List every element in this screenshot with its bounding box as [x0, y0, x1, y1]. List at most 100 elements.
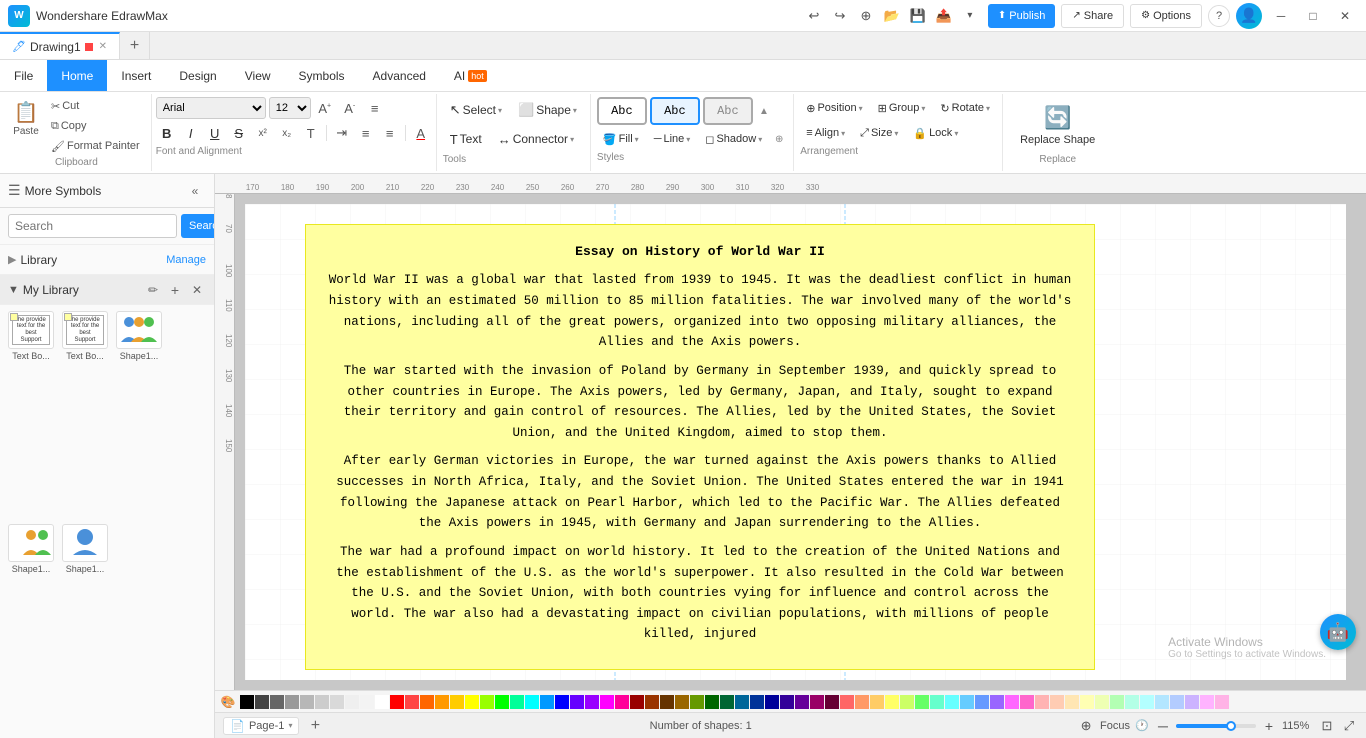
menu-symbols[interactable]: Symbols	[285, 60, 359, 91]
color-swatch-39[interactable]	[825, 695, 839, 709]
maximize-btn[interactable]: □	[1300, 5, 1326, 27]
color-swatch-4[interactable]	[300, 695, 314, 709]
color-swatch-54[interactable]	[1050, 695, 1064, 709]
cut-btn[interactable]: ✂ Cut	[46, 97, 145, 115]
page-indicator[interactable]: 📄 Page-1 ▾	[223, 717, 299, 735]
color-swatch-41[interactable]	[855, 695, 869, 709]
indent-btn[interactable]: ⇥	[331, 122, 353, 144]
essay-textbox[interactable]: Essay on History of World War II World W…	[305, 224, 1095, 670]
publish-btn[interactable]: ⬆ Publish	[988, 4, 1055, 28]
color-swatch-48[interactable]	[960, 695, 974, 709]
font-size-select[interactable]: 12	[269, 97, 311, 119]
user-avatar[interactable]: 👤	[1236, 3, 1262, 29]
styles-expand[interactable]: ⊕	[771, 128, 787, 150]
options-btn[interactable]: ⚙ Options	[1130, 4, 1202, 28]
color-swatch-17[interactable]	[495, 695, 509, 709]
tab-add[interactable]: +	[120, 32, 150, 59]
color-swatch-49[interactable]	[975, 695, 989, 709]
add-page-btn[interactable]: +	[305, 716, 325, 736]
color-swatch-10[interactable]	[390, 695, 404, 709]
color-swatch-51[interactable]	[1005, 695, 1019, 709]
color-swatch-44[interactable]	[900, 695, 914, 709]
menu-advanced[interactable]: Advanced	[359, 60, 440, 91]
menu-view[interactable]: View	[231, 60, 285, 91]
lib-item-textbox2[interactable]: the provide text for the best Support Te…	[60, 311, 110, 520]
color-swatch-28[interactable]	[660, 695, 674, 709]
line-btn[interactable]: ─ Line ▾	[648, 128, 697, 150]
color-swatch-43[interactable]	[885, 695, 899, 709]
color-swatch-32[interactable]	[720, 695, 734, 709]
color-swatch-21[interactable]	[555, 695, 569, 709]
zoom-slider-thumb[interactable]	[1226, 721, 1236, 731]
help-btn[interactable]: ?	[1208, 5, 1230, 27]
size-btn[interactable]: ⤢ Size ▾	[854, 122, 904, 144]
color-swatch-59[interactable]	[1125, 695, 1139, 709]
paste-btn[interactable]: 📋 Paste	[8, 97, 44, 139]
color-swatch-8[interactable]	[360, 695, 374, 709]
zoom-in-btn[interactable]: +	[1260, 717, 1278, 735]
menu-file[interactable]: File	[0, 60, 47, 91]
color-swatch-18[interactable]	[510, 695, 524, 709]
align-arr-btn[interactable]: ≡ Align ▾	[800, 122, 851, 144]
color-swatch-6[interactable]	[330, 695, 344, 709]
sidebar-collapse-btn[interactable]: «	[184, 180, 206, 202]
layers-btn[interactable]: ⊕	[1076, 716, 1096, 736]
style-box-1[interactable]: Abc	[597, 97, 647, 125]
lib-item-textbox1[interactable]: the provide text for the best Support Te…	[6, 311, 56, 520]
color-swatch-29[interactable]	[675, 695, 689, 709]
color-swatch-63[interactable]	[1185, 695, 1199, 709]
undo-btn[interactable]: ↩	[802, 4, 826, 28]
strikethrough-btn[interactable]: S	[228, 122, 250, 144]
style-box-2[interactable]: Abc	[650, 97, 700, 125]
redo-btn[interactable]: ↪	[828, 4, 852, 28]
document-canvas[interactable]: Essay on History of World War II World W…	[245, 204, 1346, 680]
group-btn[interactable]: ⊞ Group ▾	[872, 97, 932, 119]
color-swatch-35[interactable]	[765, 695, 779, 709]
replace-shape-btn[interactable]: 🔄 Replace Shape	[1011, 100, 1104, 152]
color-swatch-62[interactable]	[1170, 695, 1184, 709]
color-swatch-56[interactable]	[1080, 695, 1094, 709]
color-swatch-23[interactable]	[585, 695, 599, 709]
copy-btn[interactable]: ⧉ Copy	[46, 117, 145, 135]
subscript-btn[interactable]: x₂	[276, 122, 298, 144]
color-swatch-22[interactable]	[570, 695, 584, 709]
close-btn[interactable]: ✕	[1332, 5, 1358, 27]
lib-item-shape1[interactable]: Shape1...	[114, 311, 164, 520]
italic-btn[interactable]: I	[180, 122, 202, 144]
tab-drawing1-close[interactable]: ✕	[99, 41, 107, 52]
font-color-btn[interactable]: A	[410, 122, 432, 144]
save-btn[interactable]: 💾	[906, 4, 930, 28]
manage-btn[interactable]: Manage	[166, 254, 206, 266]
color-swatch-64[interactable]	[1200, 695, 1214, 709]
color-swatch-38[interactable]	[810, 695, 824, 709]
color-swatch-34[interactable]	[750, 695, 764, 709]
color-swatch-55[interactable]	[1065, 695, 1079, 709]
fit-btn[interactable]: ⊡	[1318, 717, 1336, 735]
position-btn[interactable]: ⊕ Position ▾	[800, 97, 868, 119]
color-picker-icon[interactable]: 🎨	[219, 693, 237, 711]
text-btn[interactable]: T Text	[443, 126, 489, 152]
color-swatch-58[interactable]	[1110, 695, 1124, 709]
color-swatch-40[interactable]	[840, 695, 854, 709]
search-input[interactable]	[8, 214, 177, 238]
color-swatch-1[interactable]	[255, 695, 269, 709]
color-swatch-14[interactable]	[450, 695, 464, 709]
color-swatch-25[interactable]	[615, 695, 629, 709]
lock-btn[interactable]: 🔒 Lock ▾	[907, 122, 964, 144]
color-swatch-50[interactable]	[990, 695, 1004, 709]
increase-font-btn[interactable]: A+	[314, 97, 336, 119]
lib-item-shape3[interactable]: Shape1...	[60, 524, 110, 733]
color-swatch-47[interactable]	[945, 695, 959, 709]
select-btn[interactable]: ↖ Select ▾	[443, 97, 509, 123]
export-btn[interactable]: 📤	[932, 4, 956, 28]
menu-home[interactable]: Home	[47, 60, 107, 91]
color-swatch-65[interactable]	[1215, 695, 1229, 709]
color-swatch-37[interactable]	[795, 695, 809, 709]
color-swatch-20[interactable]	[540, 695, 554, 709]
color-swatch-7[interactable]	[345, 695, 359, 709]
color-swatch-36[interactable]	[780, 695, 794, 709]
color-swatch-5[interactable]	[315, 695, 329, 709]
color-swatch-31[interactable]	[705, 695, 719, 709]
style-scroll-up[interactable]: ▲	[756, 97, 772, 125]
color-swatch-0[interactable]	[240, 695, 254, 709]
